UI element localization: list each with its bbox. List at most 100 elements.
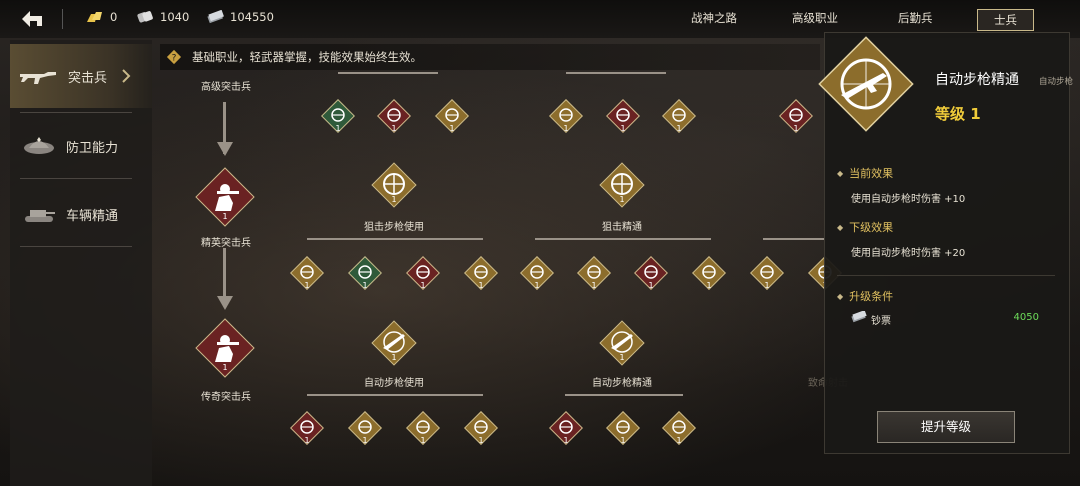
perk-node-mid[interactable]: 1 <box>519 255 555 291</box>
perk-level: 1 <box>676 436 682 445</box>
perk-node-bottom[interactable]: 1 <box>661 410 697 446</box>
perk-node-mid[interactable]: 1 <box>576 255 612 291</box>
dogtag-count: 1040 <box>160 10 190 24</box>
sidebar-divider <box>20 112 132 113</box>
branch-line <box>307 394 483 396</box>
chevron-right-icon <box>122 69 131 83</box>
panel-divider <box>837 275 1055 276</box>
perk-node-bottom[interactable]: 1 <box>548 410 584 446</box>
skill-label-sniper-mastery: 狙击精通 <box>602 222 642 233</box>
perk-node-mid[interactable]: 1 <box>633 255 669 291</box>
perk-node-top[interactable]: 1 <box>605 98 641 134</box>
sidebar-item-assault[interactable]: 突击兵 <box>10 44 152 108</box>
perk-level: 1 <box>304 436 310 445</box>
perk-node-bottom[interactable]: 1 <box>289 410 325 446</box>
perk-level: 1 <box>764 281 770 290</box>
next-effect-header: 下级效果 <box>837 219 893 235</box>
rifle-icon <box>20 72 56 84</box>
perk-node-mid[interactable]: 1 <box>405 255 441 291</box>
branch-line <box>338 72 438 74</box>
branch-line <box>535 238 711 240</box>
perk-node-bottom[interactable]: 1 <box>347 410 383 446</box>
back-button[interactable] <box>18 6 48 32</box>
requirement-value: 4050 <box>1013 312 1039 323</box>
top-divider <box>62 9 63 29</box>
perk-node-mid[interactable]: 1 <box>691 255 727 291</box>
class-hint-bar: ? 基础职业，轻武器掌握，技能效果始终生效。 <box>160 44 820 70</box>
question-icon[interactable]: ? <box>166 49 182 65</box>
skill-label-sniper-use: 狙击步枪使用 <box>364 222 424 233</box>
skill-node-sniper-use[interactable]: 1 <box>371 162 417 208</box>
perk-node-top[interactable]: 1 <box>778 98 814 134</box>
rank-node-legendary[interactable]: 1 <box>195 318 255 378</box>
cash-icon <box>207 10 224 24</box>
perk-level: 1 <box>420 436 426 445</box>
hint-text: 基础职业，轻武器掌握，技能效果始终生效。 <box>192 50 422 64</box>
perk-level: 1 <box>304 281 310 290</box>
skill-node-auto-rifle-use[interactable]: 1 <box>371 320 417 366</box>
skill-subtitle: 自动步枪 <box>1039 77 1074 87</box>
perk-level: 1 <box>620 124 626 133</box>
sidebar-item-label: 突击兵 <box>68 70 108 86</box>
perk-node-mid[interactable]: 1 <box>289 255 325 291</box>
perk-node-top[interactable]: 1 <box>661 98 697 134</box>
perk-node-mid[interactable]: 1 <box>347 255 383 291</box>
skill-label-auto-rifle-mastery: 自动步枪精通 <box>592 378 652 389</box>
current-effect-text: 使用自动步枪时伤害 +10 <box>851 194 966 205</box>
skill-node-auto-rifle-mastery[interactable]: 1 <box>599 320 645 366</box>
perk-level: 1 <box>478 436 484 445</box>
perk-node-top[interactable]: 1 <box>548 98 584 134</box>
perk-level: 1 <box>648 281 654 290</box>
rank-level: 1 <box>222 212 228 221</box>
requirement-item: 钞票 <box>871 316 891 327</box>
perk-node-bottom[interactable]: 1 <box>463 410 499 446</box>
skill-label-auto-rifle-use: 自动步枪使用 <box>364 378 424 389</box>
perk-node-top[interactable]: 1 <box>320 98 356 134</box>
next-effect-text: 使用自动步枪时伤害 +20 <box>851 248 966 259</box>
rank-label-elite: 精英突击兵 <box>201 238 251 249</box>
upgrade-button[interactable]: 提升等级 <box>877 411 1015 443</box>
tab-soldier[interactable]: 士兵 <box>977 9 1034 31</box>
back-arrow-icon <box>22 11 42 27</box>
sidebar-item-vehicle[interactable]: 车辆精通 <box>10 182 152 246</box>
sidebar-item-label: 车辆精通 <box>66 208 119 224</box>
skill-level: 1 <box>619 353 625 362</box>
perk-level: 1 <box>420 281 426 290</box>
perk-level: 1 <box>478 281 484 290</box>
perk-node-top[interactable]: 1 <box>434 98 470 134</box>
dogtag-icon <box>137 11 153 23</box>
perk-node-bottom[interactable]: 1 <box>605 410 641 446</box>
rank-label-legendary: 传奇突击兵 <box>201 392 251 403</box>
perk-node-mid[interactable]: 1 <box>463 255 499 291</box>
branch-line <box>763 238 825 240</box>
category-sidebar: 突击兵 防卫能力 车辆精通 <box>10 40 152 486</box>
gold-count: 0 <box>110 10 118 24</box>
perk-node-bottom[interactable]: 1 <box>405 410 441 446</box>
tab-advanced-class[interactable]: 高级职业 <box>792 10 838 26</box>
skill-tree: 高级突击兵 1 精英突击兵 1 传奇突击兵 1 狙击步枪使用 1 狙击精通 1 … <box>155 72 848 486</box>
perk-level: 1 <box>534 281 540 290</box>
arrow-down-icon <box>217 142 233 156</box>
next-effect-header-text: 下级效果 <box>849 221 894 234</box>
tank-icon <box>25 210 55 222</box>
perk-level: 1 <box>620 436 626 445</box>
requirement-header: 升级条件 <box>837 288 893 304</box>
perk-level: 1 <box>563 436 569 445</box>
sidebar-divider <box>20 178 132 179</box>
tab-god-of-war-path[interactable]: 战神之路 <box>691 10 737 26</box>
skill-node-sniper-mastery[interactable]: 1 <box>599 162 645 208</box>
perk-node-top[interactable]: 1 <box>376 98 412 134</box>
tab-logistics[interactable]: 后勤兵 <box>898 10 933 26</box>
current-effect-header: 当前效果 <box>837 165 893 181</box>
sidebar-item-defense[interactable]: 防卫能力 <box>10 114 152 178</box>
requirement-header-text: 升级条件 <box>849 290 894 303</box>
branch-line <box>565 394 683 396</box>
rank-node-elite[interactable]: 1 <box>195 167 255 227</box>
rank-label-advanced: 高级突击兵 <box>201 82 251 93</box>
perk-level: 1 <box>391 124 397 133</box>
perk-node-mid[interactable]: 1 <box>749 255 785 291</box>
branch-line <box>566 72 666 74</box>
gold-bar-icon <box>87 12 102 22</box>
dogtag-resource: 1040 <box>136 10 189 24</box>
perk-level: 1 <box>335 124 341 133</box>
